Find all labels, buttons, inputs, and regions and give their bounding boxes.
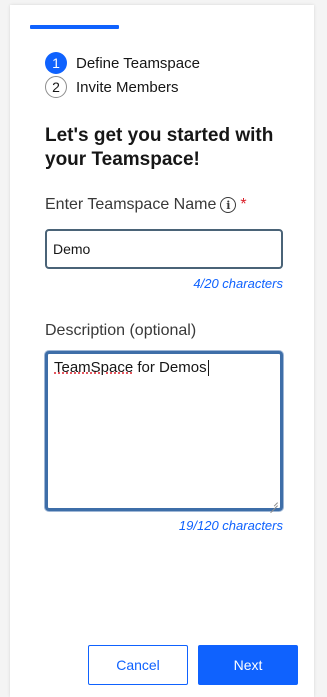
step-number-badge: 2 (45, 76, 67, 98)
teamspace-name-input[interactable]: Demo (45, 229, 283, 269)
name-character-counter: 4/20 characters (193, 276, 283, 291)
description-label: Description (optional) (45, 322, 196, 340)
step-define-teamspace[interactable]: 1 Define Teamspace (45, 51, 200, 75)
description-character-counter: 19/120 characters (178, 518, 283, 533)
next-button[interactable]: Next (198, 645, 298, 685)
step-label: Define Teamspace (76, 54, 200, 72)
stepper: 1 Define Teamspace 2 Invite Members (45, 51, 200, 99)
step-invite-members[interactable]: 2 Invite Members (45, 75, 200, 99)
required-asterisk: * (240, 196, 247, 213)
text-caret (207, 360, 209, 376)
description-value-misspelled: TeamSpace (54, 359, 134, 376)
teamspace-name-label-text: Enter Teamspace Name (45, 196, 217, 213)
cancel-button[interactable]: Cancel (88, 645, 188, 685)
description-label-text: Description (optional) (45, 322, 197, 339)
description-value-rest: for Demos (133, 359, 207, 376)
teamspace-name-label: Enter Teamspace Name i * (45, 196, 247, 214)
description-textarea[interactable]: TeamSpace for Demos (45, 351, 283, 511)
page-title: Let's get you started with your Teamspac… (45, 125, 274, 170)
step-label: Invite Members (76, 78, 179, 96)
step-number-badge: 1 (45, 52, 67, 74)
teamspace-name-value: Demo (53, 241, 91, 257)
progress-bar (30, 25, 119, 29)
info-icon[interactable]: i (220, 197, 237, 213)
resize-handle-icon[interactable] (268, 496, 278, 506)
